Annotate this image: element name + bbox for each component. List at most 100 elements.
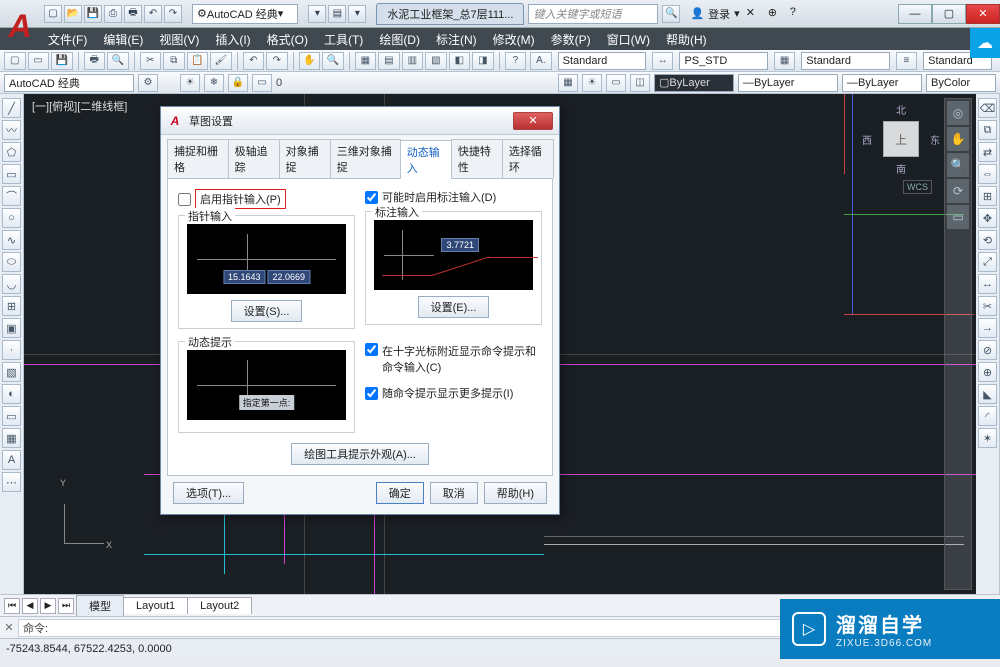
draw-ellipsearc-icon[interactable]: ◡ (2, 274, 21, 294)
draw-point-icon[interactable]: · (2, 340, 21, 360)
nav-wheel-icon[interactable]: ◎ (947, 101, 969, 125)
textstyle-dropdown[interactable]: Standard (558, 52, 646, 70)
close-button[interactable]: ✕ (966, 4, 1000, 24)
tb-preview-icon[interactable]: 🔍 (107, 52, 129, 70)
mod-move-icon[interactable]: ✥ (978, 208, 997, 228)
tb-copy-icon[interactable]: ⧉ (163, 52, 185, 70)
draw-pline-icon[interactable]: 〰 (2, 120, 21, 140)
mod-fillet-icon[interactable]: ◜ (978, 406, 997, 426)
tb-lp2-icon[interactable]: ☀ (582, 74, 602, 92)
draw-polygon-icon[interactable]: ⬠ (2, 142, 21, 162)
dialog-close-button[interactable]: ✕ (513, 112, 553, 130)
layout-tab-model[interactable]: 模型 (76, 595, 124, 616)
qat-redo-icon[interactable]: ↷ (164, 5, 182, 23)
workspace2-dropdown[interactable]: AutoCAD 经典 (4, 74, 134, 92)
qat-undo-icon[interactable]: ↶ (144, 5, 162, 23)
mod-copy-icon[interactable]: ⧉ (978, 120, 997, 140)
mod-explode-icon[interactable]: ✶ (978, 428, 997, 448)
tb-save-icon[interactable]: 💾 (51, 52, 73, 70)
draw-block-icon[interactable]: ▣ (2, 318, 21, 338)
tb-plot-icon[interactable]: 🖶 (84, 52, 106, 70)
tb-lp3-icon[interactable]: ▭ (606, 74, 626, 92)
search-input[interactable]: 键入关键字或短语 (528, 4, 658, 24)
tb-table-icon[interactable]: ▦ (774, 52, 796, 70)
menu-modify[interactable]: 修改(M) (485, 31, 543, 48)
layout-prev-icon[interactable]: ◀ (22, 598, 38, 614)
tb-undo2-icon[interactable]: ↶ (243, 52, 265, 70)
view-cube[interactable]: 北 南 西 东 上 (866, 104, 936, 174)
mod-trim-icon[interactable]: ✂ (978, 296, 997, 316)
tb-layer4-icon[interactable]: ▭ (252, 74, 272, 92)
more-prompt-checkbox[interactable] (365, 387, 378, 400)
plotstyle-dropdown[interactable]: ByColor (926, 74, 996, 92)
mod-scale-icon[interactable]: ⤢ (978, 252, 997, 272)
tablestyle-dropdown[interactable]: Standard (801, 52, 889, 70)
tb-dim1-icon[interactable]: A. (530, 52, 552, 70)
tb-redo2-icon[interactable]: ↷ (266, 52, 288, 70)
qat-save-icon[interactable]: 💾 (84, 5, 102, 23)
nav-zoom-icon[interactable]: 🔍 (947, 153, 969, 177)
menu-parametric[interactable]: 参数(P) (543, 31, 599, 48)
tb-layer2-icon[interactable]: ❄ (204, 74, 224, 92)
menu-insert[interactable]: 插入(I) (207, 31, 258, 48)
tb-match-icon[interactable]: 🖌 (210, 52, 232, 70)
crosshair-prompt-checkbox[interactable] (365, 343, 378, 356)
tb-misc1-icon[interactable]: ▦ (355, 52, 377, 70)
document-tab[interactable]: 水泥工业框架_总7层111... (376, 3, 524, 25)
menu-draw[interactable]: 绘图(D) (371, 31, 428, 48)
nav-pan-icon[interactable]: ✋ (947, 127, 969, 151)
tb-pan-icon[interactable]: ✋ (299, 52, 321, 70)
qat-saveas-icon[interactable]: ⎙ (104, 5, 122, 23)
tb-lp1-icon[interactable]: ▦ (558, 74, 578, 92)
menu-format[interactable]: 格式(O) (259, 31, 316, 48)
qat-print-icon[interactable]: 🖶 (124, 5, 142, 23)
appearance-button[interactable]: 绘图工具提示外观(A)... (291, 443, 429, 465)
mod-erase-icon[interactable]: ⌫ (978, 98, 997, 118)
tb-dim2-icon[interactable]: ↔ (652, 52, 674, 70)
tab-polar[interactable]: 极轴追踪 (228, 139, 280, 178)
tb-open-icon[interactable]: ▭ (28, 52, 50, 70)
layout-last-icon[interactable]: ⏭ (58, 598, 74, 614)
tb-zoom-icon[interactable]: 🔍 (322, 52, 344, 70)
cloud-icon[interactable]: ☁ (970, 28, 1000, 58)
tb-ws-icon[interactable]: ⚙ (138, 74, 158, 92)
layout-first-icon[interactable]: ⏮ (4, 598, 20, 614)
options-button[interactable]: 选项(T)... (173, 482, 244, 504)
tb-new-icon[interactable]: ▢ (4, 52, 26, 70)
nav-show-icon[interactable]: ▭ (947, 205, 969, 229)
tab-selection-cycle[interactable]: 选择循环 (502, 139, 554, 178)
draw-spline-icon[interactable]: ∿ (2, 230, 21, 250)
app-logo[interactable]: A (0, 0, 40, 52)
draw-gradient-icon[interactable]: ◐ (2, 384, 21, 404)
menu-window[interactable]: 窗口(W) (599, 31, 658, 48)
draw-ellipse-icon[interactable]: ⬭ (2, 252, 21, 272)
draw-circle-icon[interactable]: ○ (2, 208, 21, 228)
tab-dynamic-input[interactable]: 动态输入 (400, 140, 452, 179)
draw-hatch-icon[interactable]: ▧ (2, 362, 21, 382)
color-dropdown[interactable]: ▢ ByLayer (654, 74, 734, 92)
draw-region-icon[interactable]: ▭ (2, 406, 21, 426)
maximize-button[interactable]: ▢ (932, 4, 966, 24)
tb-misc5-icon[interactable]: ◧ (449, 52, 471, 70)
viewcube-face[interactable]: 上 (883, 121, 919, 157)
help-icon[interactable]: ? (790, 6, 806, 22)
pointer-settings-button[interactable]: 设置(S)... (231, 300, 303, 322)
mod-rotate-icon[interactable]: ⟲ (978, 230, 997, 250)
draw-arc-icon[interactable]: ⌒ (2, 186, 21, 206)
qat-new-icon[interactable]: ▢ (44, 5, 62, 23)
layout-next-icon[interactable]: ▶ (40, 598, 56, 614)
tb-paste-icon[interactable]: 📋 (187, 52, 209, 70)
menu-dimension[interactable]: 标注(N) (428, 31, 485, 48)
draw-table-icon[interactable]: ▦ (2, 428, 21, 448)
menu-tools[interactable]: 工具(T) (316, 31, 371, 48)
mod-offset-icon[interactable]: ⇔ (978, 164, 997, 184)
tb-misc3-icon[interactable]: ▥ (402, 52, 424, 70)
tab-osnap[interactable]: 对象捕捉 (279, 139, 331, 178)
layout-tab-1[interactable]: Layout1 (123, 597, 188, 614)
comm-icon[interactable]: ⊕ (768, 6, 784, 22)
mod-stretch-icon[interactable]: ↔ (978, 274, 997, 294)
tb-misc2-icon[interactable]: ▤ (378, 52, 400, 70)
enable-dim-checkbox[interactable] (365, 191, 378, 204)
draw-line-icon[interactable]: ╱ (2, 98, 21, 118)
menu-view[interactable]: 视图(V) (151, 31, 207, 48)
